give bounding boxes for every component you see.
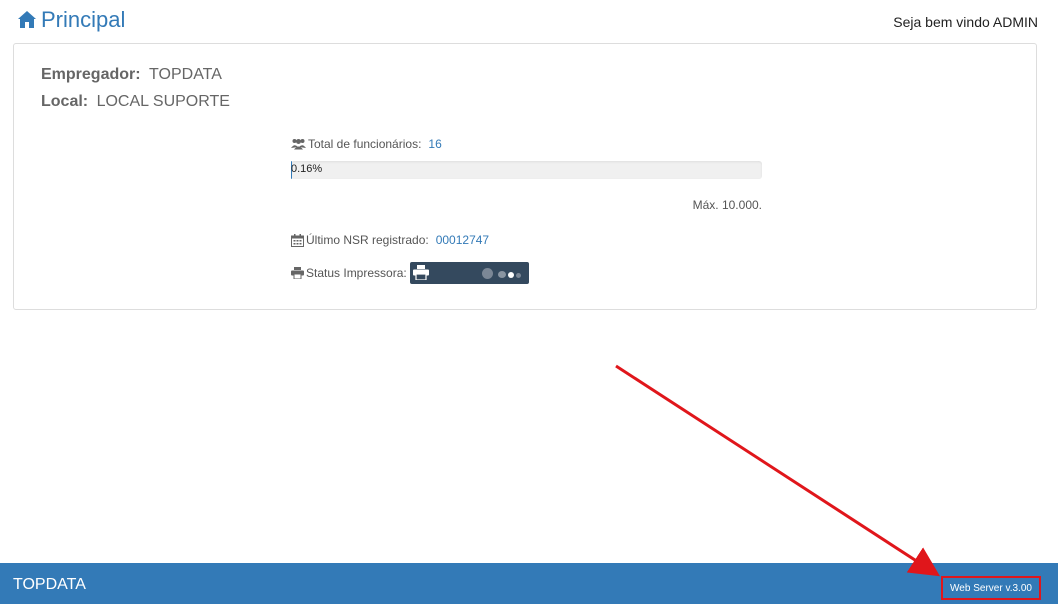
employees-max: Máx. 10.000. [692,198,762,212]
welcome-message: Seja bem vindo ADMIN [893,14,1038,30]
printer-status-badge[interactable] [409,262,529,284]
employer-row: Empregador: TOPDATA [41,66,222,84]
printer-row: Status Impressora: [291,262,529,284]
location-row: Local: LOCAL SUPORTE [41,93,230,111]
calendar-icon [291,233,304,247]
stats-block: Total de funcionários: 16 0.16% Máx. 10.… [291,136,762,284]
page-header: Principal Seja bem vindo ADMIN [0,0,1058,42]
employees-progress-text: 0.16% [291,163,323,175]
nsr-row: Último NSR registrado: 00012747 [291,232,489,248]
summary-panel: Empregador: TOPDATA Local: LOCAL SUPORTE… [13,43,1037,310]
location-value: LOCAL SUPORTE [96,93,230,110]
home-icon [18,11,36,28]
status-indicator-icon [515,273,521,278]
employer-value: TOPDATA [149,66,222,83]
printer-icon [412,265,429,280]
users-icon [291,139,306,150]
page-title[interactable]: Principal [17,7,125,33]
employer-label: Empregador: [41,66,141,83]
page-footer: TOPDATA Web Server v.3.00 [0,563,1058,604]
employees-row: Total de funcionários: 16 [291,136,762,152]
status-indicator-icon [481,268,493,279]
location-label: Local: [41,93,89,110]
status-indicator-icon [507,272,514,278]
employees-label: Total de funcionários: [308,137,422,151]
employees-count: 16 [428,137,442,151]
nsr-label: Último NSR registrado: [306,233,429,247]
printer-icon [291,267,304,279]
web-server-version: Web Server v.3.00 [941,576,1041,600]
footer-brand: TOPDATA [13,576,86,593]
printer-label: Status Impressora: [306,266,407,280]
page-title-text: Principal [41,7,126,32]
status-indicator-icon [497,271,506,278]
nsr-value: 00012747 [435,233,490,247]
employees-progress: 0.16% [291,161,762,179]
